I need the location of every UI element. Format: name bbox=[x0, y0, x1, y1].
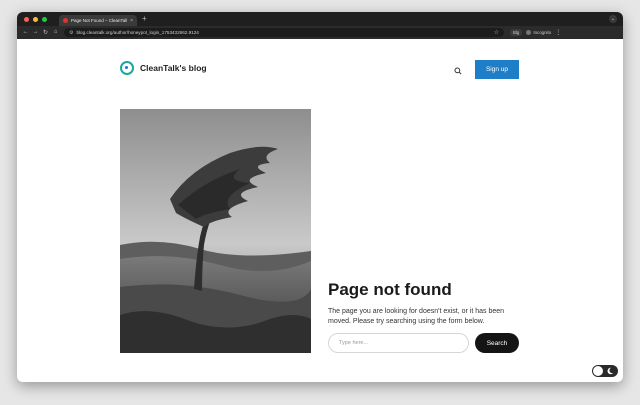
search-icon[interactable] bbox=[454, 67, 462, 75]
tab-search-icon[interactable]: ⌄ bbox=[609, 15, 617, 23]
browser-window: Page Not Found – CleanTalk's × + ⌄ ← → ↻… bbox=[17, 12, 623, 382]
page-title: Page not found bbox=[328, 280, 452, 299]
logo-icon bbox=[120, 61, 134, 75]
search-input[interactable] bbox=[328, 333, 469, 353]
profile-chip[interactable]: Blg bbox=[510, 29, 523, 36]
close-window-button[interactable] bbox=[24, 16, 29, 22]
tab-title: Page Not Found – CleanTalk's bbox=[71, 18, 128, 23]
arrow-right-icon[interactable]: → bbox=[31, 29, 40, 36]
tab-active[interactable]: Page Not Found – CleanTalk's × bbox=[59, 15, 137, 26]
toolbar-right: Blg Incognito ⋮ bbox=[510, 29, 561, 36]
window-controls bbox=[24, 16, 47, 22]
nav-buttons: ← → ↻ ⌂ bbox=[21, 29, 60, 36]
web-page: CleanTalk's blog Sign up Page not found … bbox=[17, 39, 623, 382]
arrow-left-icon[interactable]: ← bbox=[21, 29, 30, 36]
sign-up-button[interactable]: Sign up bbox=[475, 60, 519, 79]
incognito-icon bbox=[526, 30, 532, 35]
site-info-icon[interactable]: ⚙ bbox=[69, 30, 73, 36]
url-text: blog.cleantalk.org/author/honeypot_login… bbox=[76, 30, 199, 35]
page-description: The page you are looking for doesn't exi… bbox=[328, 308, 505, 325]
site-logo-link[interactable]: CleanTalk's blog bbox=[120, 61, 207, 75]
home-icon[interactable]: ⌂ bbox=[51, 29, 60, 36]
new-tab-button[interactable]: + bbox=[142, 15, 147, 23]
reload-icon[interactable]: ↻ bbox=[41, 29, 50, 36]
toggle-knob bbox=[593, 366, 603, 376]
site-name: CleanTalk's blog bbox=[140, 63, 207, 73]
tab-close-icon[interactable]: × bbox=[130, 18, 133, 24]
menu-icon[interactable]: ⋮ bbox=[555, 29, 561, 36]
browser-toolbar: ← → ↻ ⌂ ⚙ blog.cleantalk.org/author/hone… bbox=[17, 26, 623, 39]
favicon-icon bbox=[63, 18, 68, 23]
minimize-window-button[interactable] bbox=[33, 16, 38, 22]
tab-strip: Page Not Found – CleanTalk's × + ⌄ bbox=[17, 12, 623, 26]
incognito-label: Incognito bbox=[533, 30, 552, 35]
address-bar[interactable]: ⚙ blog.cleantalk.org/author/honeypot_log… bbox=[64, 28, 504, 37]
star-icon[interactable]: ☆ bbox=[494, 29, 499, 36]
maximize-window-button[interactable] bbox=[42, 16, 47, 22]
theme-toggle[interactable] bbox=[592, 365, 618, 377]
moon-icon bbox=[607, 367, 614, 375]
search-button[interactable]: Search bbox=[475, 333, 519, 353]
incognito-indicator[interactable]: Incognito bbox=[526, 30, 551, 35]
windswept-tree-image bbox=[120, 109, 311, 353]
